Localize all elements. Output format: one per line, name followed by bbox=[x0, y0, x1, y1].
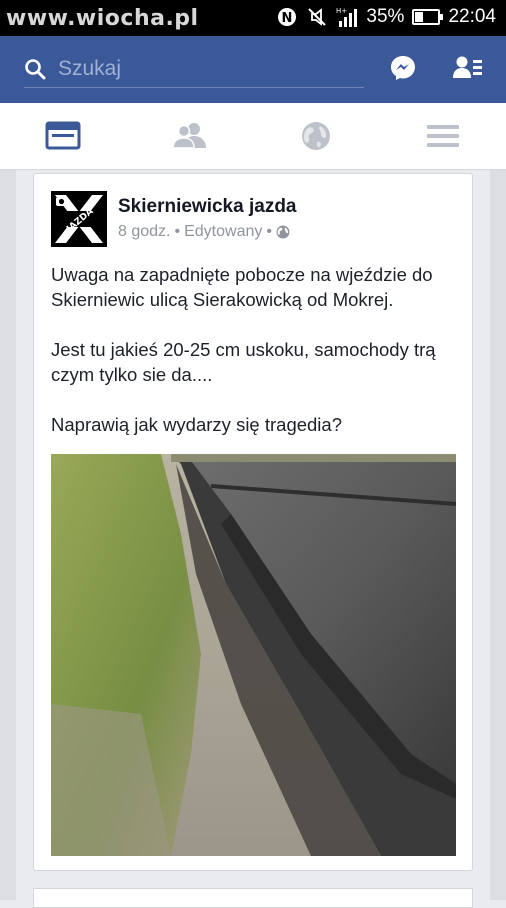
facebook-top-bar: Szukaj bbox=[0, 36, 506, 103]
avatar[interactable]: JAZDA bbox=[51, 191, 107, 247]
meta-separator: • bbox=[174, 223, 181, 240]
signal-icon: H+ bbox=[336, 7, 358, 27]
status-bar: www.wiocha.pl N H+ 35% 22:04 bbox=[0, 0, 506, 36]
menu-icon[interactable] bbox=[425, 120, 461, 152]
post-photo[interactable] bbox=[51, 454, 456, 856]
nfc-icon: N bbox=[278, 8, 297, 26]
battery-icon bbox=[412, 9, 444, 25]
page-name[interactable]: Skierniewicka jazda bbox=[118, 196, 297, 218]
road-shoulder-photo bbox=[51, 454, 456, 856]
post-paragraph: Naprawią jak wydarzy się tragedia? bbox=[51, 414, 342, 435]
mute-icon bbox=[308, 8, 327, 26]
news-feed-icon[interactable] bbox=[45, 120, 81, 152]
search-field[interactable]: Szukaj bbox=[24, 50, 364, 88]
post-paragraph: Jest tu jakieś 20-25 cm uskoku, samochod… bbox=[51, 339, 436, 385]
search-placeholder: Szukaj bbox=[58, 56, 122, 80]
status-icons: N H+ 35% 22:04 bbox=[276, 6, 496, 28]
messenger-icon[interactable] bbox=[389, 54, 417, 82]
post-text: Uwaga na zapadnięte pobocze na wjeździe … bbox=[51, 262, 461, 462]
post-card: JAZDA Skierniewicka jazda 8 godz. • Edyt… bbox=[33, 173, 473, 871]
search-icon bbox=[25, 58, 46, 79]
feed-gutter-left bbox=[0, 170, 16, 900]
edited-label[interactable]: Edytowany bbox=[184, 223, 262, 241]
svg-text:H+: H+ bbox=[336, 7, 347, 15]
svg-text:N: N bbox=[282, 11, 293, 26]
watermark: www.wiocha.pl bbox=[6, 6, 199, 31]
clock: 22:04 bbox=[448, 6, 496, 27]
meta-separator: • bbox=[266, 223, 272, 240]
post-meta: 8 godz. • Edytowany • bbox=[118, 223, 290, 241]
page-logo: JAZDA bbox=[51, 191, 107, 247]
post-time[interactable]: 8 godz. bbox=[118, 223, 170, 241]
post-paragraph: Uwaga na zapadnięte pobocze na wjeździe … bbox=[51, 264, 433, 310]
feed-gutter-right bbox=[490, 170, 506, 900]
battery-fill bbox=[415, 12, 424, 22]
friends-icon[interactable] bbox=[172, 120, 208, 152]
next-post-card bbox=[33, 888, 473, 908]
friend-requests-icon[interactable] bbox=[453, 54, 483, 82]
navigation-tabs bbox=[0, 103, 506, 170]
public-globe-icon bbox=[276, 225, 290, 239]
globe-icon[interactable] bbox=[298, 120, 334, 152]
battery-percent: 35% bbox=[366, 6, 405, 27]
